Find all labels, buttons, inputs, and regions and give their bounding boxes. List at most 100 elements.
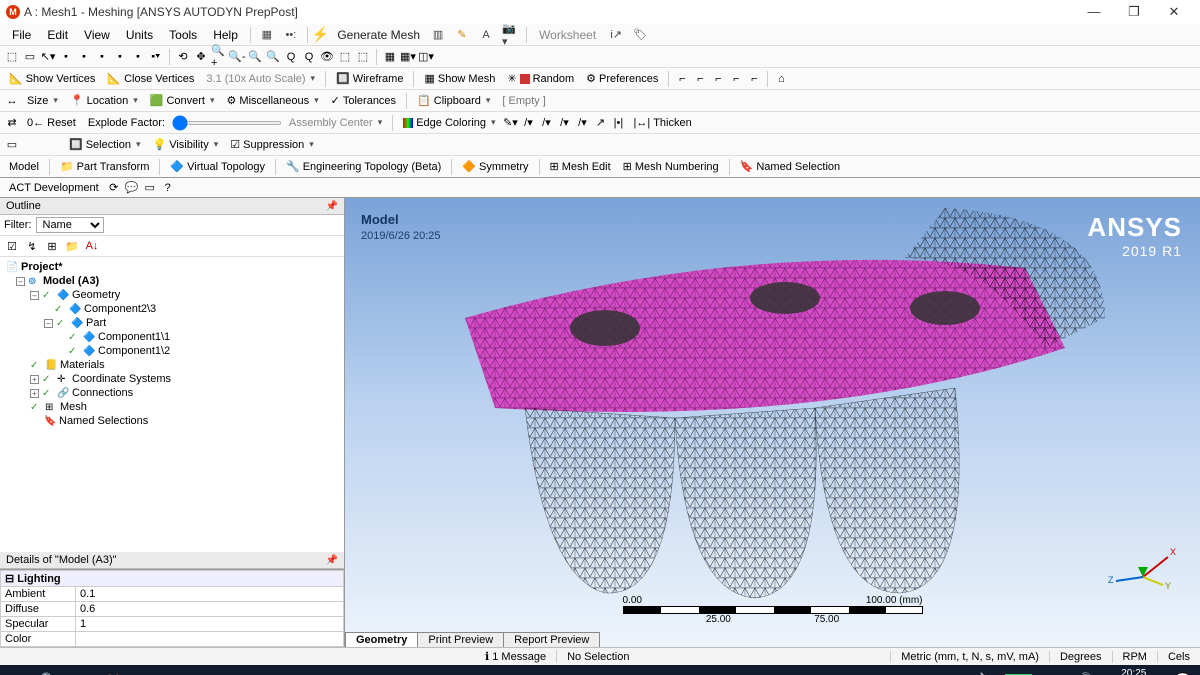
zoom-in-icon[interactable]: 🔍+ <box>211 49 227 65</box>
cube-icon[interactable]: 🞍 <box>112 49 128 65</box>
arrow-icon[interactable]: ↔ <box>4 93 20 109</box>
menu-view[interactable]: View <box>76 26 118 44</box>
edge-icon[interactable]: ↗ <box>592 115 608 131</box>
cursor-icon[interactable]: ↖▾ <box>40 49 56 65</box>
zoom-icon[interactable]: 🔍 <box>265 49 281 65</box>
clipboard-dropdown[interactable]: 📋 Clipboard <box>412 93 495 108</box>
status-messages[interactable]: ℹ 1 Message <box>475 650 557 663</box>
explorer-icon[interactable]: 📁 <box>102 669 124 675</box>
notifications-icon[interactable]: 💬 <box>1172 669 1194 675</box>
sort-icon[interactable]: A↓ <box>84 238 100 254</box>
app-icon[interactable]: ◉ <box>358 669 380 675</box>
gmail-icon[interactable]: M <box>294 669 316 675</box>
worksheet-button[interactable]: Worksheet <box>531 26 604 44</box>
toolbar-icon[interactable]: A <box>477 26 495 44</box>
assembly-center-dropdown[interactable]: Assembly Center <box>284 116 387 130</box>
preferences-button[interactable]: ⚙ Preferences <box>581 71 663 86</box>
toolbar-icon[interactable]: ••: <box>282 26 300 44</box>
chevron-up-icon[interactable]: ^ <box>1042 669 1064 675</box>
mesh-numbering-button[interactable]: ⊞ Mesh Numbering <box>618 159 724 174</box>
axis-icon[interactable]: ⌐ <box>692 71 708 87</box>
edge-icon[interactable]: /▾ <box>574 115 590 131</box>
fit-icon[interactable]: Q <box>283 49 299 65</box>
view-icon[interactable]: ⬚ <box>355 49 371 65</box>
ansys-icon[interactable]: Λ <box>262 669 284 675</box>
act-development[interactable]: ACT Development <box>4 181 104 195</box>
volume-icon[interactable]: 🔊 <box>1074 669 1096 675</box>
misc-dropdown[interactable]: ⚙ Miscellaneous <box>222 93 324 108</box>
power-icon[interactable]: 🔌 <box>973 669 995 675</box>
search-icon[interactable]: 🔍 <box>38 669 60 675</box>
edge-icon[interactable]: |•| <box>610 115 626 131</box>
pin-icon[interactable]: 📌 <box>326 201 338 212</box>
engineering-topology-button[interactable]: 🔧 Engineering Topology (Beta) <box>281 159 446 174</box>
visibility-dropdown[interactable]: 💡 Visibility <box>148 137 224 152</box>
clock[interactable]: 20:252019/6/26 <box>1106 668 1163 675</box>
selection-dropdown[interactable]: 🔲 Selection <box>64 137 146 152</box>
close-button[interactable]: ✕ <box>1154 0 1194 24</box>
fit-icon[interactable]: Q <box>301 49 317 65</box>
app-icon[interactable]: ◉ <box>230 669 252 675</box>
camera-icon[interactable]: 📷▾ <box>501 26 519 44</box>
refresh-icon[interactable]: ⟳ <box>106 180 122 196</box>
edge-coloring-dropdown[interactable]: Edge Coloring <box>398 116 500 130</box>
folder-icon[interactable]: 📁 <box>64 238 80 254</box>
show-mesh-button[interactable]: ▦ Show Mesh <box>419 71 500 86</box>
location-dropdown[interactable]: 📍 Location <box>65 93 143 108</box>
cube-icon[interactable]: 🞍 <box>94 49 110 65</box>
toolbar-icon[interactable]: ▥ <box>429 26 447 44</box>
pointer-icon[interactable]: i↗ <box>607 26 625 44</box>
size-dropdown[interactable]: Size <box>22 94 63 108</box>
wireframe-button[interactable]: 🔲 Wireframe <box>331 71 408 86</box>
expand-icon[interactable]: ⊞ <box>44 238 60 254</box>
axis-icon[interactable]: ⌐ <box>674 71 690 87</box>
model-button[interactable]: Model <box>4 160 44 174</box>
powerpoint-icon[interactable]: P <box>326 669 348 675</box>
view-icon[interactable]: ⬚ <box>337 49 353 65</box>
zoom-out-icon[interactable]: 🔍- <box>229 49 245 65</box>
help-icon[interactable]: ? <box>160 180 176 196</box>
pin-icon[interactable]: 📌 <box>326 555 338 566</box>
thicken-button[interactable]: |↔| Thicken <box>628 116 696 130</box>
diffuse-value[interactable]: 0.6 <box>76 602 344 617</box>
viewport[interactable]: Model 2019/6/26 20:25 ANSYS 2019 R1 X Y … <box>345 198 1200 647</box>
zoom-icon[interactable]: 🔍 <box>247 49 263 65</box>
view-icon[interactable]: ▦ <box>382 49 398 65</box>
axis-icon[interactable]: ⌐ <box>710 71 726 87</box>
cube-icon[interactable]: 🞍▾ <box>148 49 164 65</box>
tolerances-button[interactable]: ✓ Tolerances <box>326 93 401 108</box>
menu-tools[interactable]: Tools <box>161 26 205 44</box>
menu-help[interactable]: Help <box>205 26 246 44</box>
toolbar-icon[interactable]: ✎ <box>453 26 471 44</box>
icon[interactable]: ▭ <box>4 137 20 153</box>
random-button[interactable]: ✳ Random <box>502 71 579 86</box>
edge-icon[interactable]: /▾ <box>520 115 536 131</box>
convert-dropdown[interactable]: 🟩 Convert <box>145 93 220 108</box>
icon[interactable]: ⇄ <box>4 115 20 131</box>
msg-icon[interactable]: 💬 <box>124 180 140 196</box>
axis-triad[interactable]: X Y Z <box>1108 537 1178 597</box>
part-transform-button[interactable]: 📁 Part Transform <box>55 159 154 174</box>
icon[interactable]: ↯ <box>24 238 40 254</box>
specular-value[interactable]: 1 <box>76 617 344 632</box>
cube-icon[interactable]: 🞍 <box>130 49 146 65</box>
edge-icon[interactable]: /▾ <box>538 115 554 131</box>
menu-file[interactable]: File <box>4 26 39 44</box>
show-vertices-button[interactable]: 📐 Show Vertices <box>4 71 100 86</box>
app-icon[interactable]: 明 <box>198 669 220 675</box>
window-icon[interactable]: ▭ <box>142 180 158 196</box>
symmetry-button[interactable]: 🔶 Symmetry <box>457 159 533 174</box>
start-button[interactable]: ⊞ <box>6 669 28 675</box>
tag-icon[interactable]: 🏷 <box>631 26 649 44</box>
menu-edit[interactable]: Edit <box>39 26 76 44</box>
app-icon[interactable]: ☁ <box>70 669 92 675</box>
mesh-edit-button[interactable]: ⊞ Mesh Edit <box>545 159 616 174</box>
ambient-value[interactable]: 0.1 <box>76 587 344 602</box>
pan-icon[interactable]: ✥ <box>193 49 209 65</box>
home-icon[interactable]: ⌂ <box>773 71 789 87</box>
edge-icon[interactable]: ✎▾ <box>502 115 518 131</box>
reset-button[interactable]: 0← Reset <box>22 116 81 130</box>
color-value[interactable] <box>76 632 344 647</box>
select-icon[interactable]: ⬚ <box>4 49 20 65</box>
virtual-topology-button[interactable]: 🔷 Virtual Topology <box>165 159 270 174</box>
